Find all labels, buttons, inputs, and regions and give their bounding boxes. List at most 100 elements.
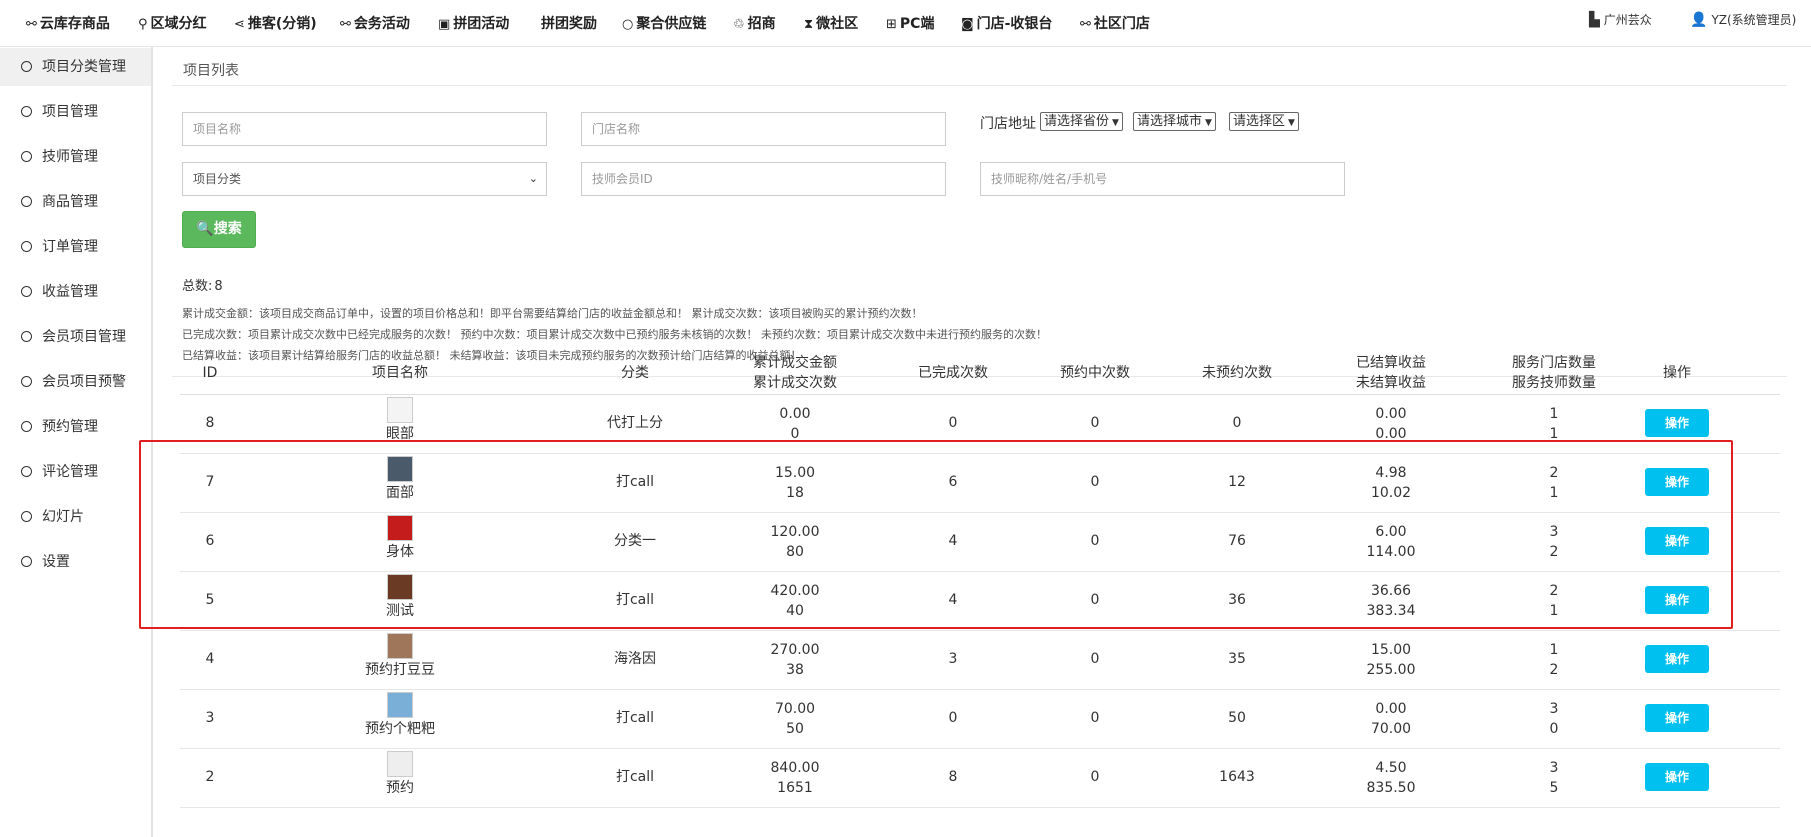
circle-icon xyxy=(21,330,32,342)
col-header-unbooked: 未预约次数 xyxy=(1202,365,1272,381)
nav-item[interactable]: ⋖ 推客(分销) xyxy=(234,13,317,33)
nav-item-label: 会务活动 xyxy=(353,16,410,32)
col-header-amount-total: 累计成交金额 xyxy=(753,355,837,371)
nav-item[interactable]: ⚯ 云库存商品 xyxy=(26,13,110,33)
sidebar-item[interactable]: 项目分类管理 xyxy=(0,48,151,86)
cell-booking: 0 xyxy=(1090,710,1100,726)
circle-icon xyxy=(21,150,32,162)
sidebar-item-label: 商品管理 xyxy=(42,194,98,210)
nav-item[interactable]: ⚯ 会务活动 xyxy=(340,13,410,33)
store-address-label: 门店地址 xyxy=(980,116,1036,132)
sidebar-item[interactable]: 会员项目预警 xyxy=(0,363,151,401)
circle-icon xyxy=(21,195,32,207)
nav-item[interactable]: ⚲ 区域分红 xyxy=(138,13,207,33)
city-select[interactable]: 请选择城市 ▼ xyxy=(1133,112,1216,131)
project-thumbnail xyxy=(387,751,413,777)
tech-member-id-input[interactable] xyxy=(581,162,946,196)
nav-item-label: 云库存商品 xyxy=(39,16,110,32)
project-thumbnail xyxy=(387,692,413,718)
store-name-input[interactable] xyxy=(581,112,946,146)
image-icon: ▣ xyxy=(438,17,451,32)
cell-unbooked: 35 xyxy=(1228,651,1246,667)
col-header-deal-count: 累计成交次数 xyxy=(753,375,837,391)
table-row: 2 预约 打call 840.00 1651 8 0 1643 4.50 835.50 3 5 操作 xyxy=(180,748,1780,808)
province-select-value: 请选择省份 xyxy=(1044,114,1110,129)
nav-item[interactable]: ▣ 拼团活动 xyxy=(438,13,509,33)
district-select[interactable]: 请选择区 ▼ xyxy=(1229,112,1299,131)
company-switch[interactable]: ▙ 广州芸众 xyxy=(1589,11,1652,28)
sidebar-item[interactable]: 评论管理 xyxy=(0,453,151,491)
col-header-name: 项目名称 xyxy=(372,365,428,381)
nav-item-label: 拼团活动 xyxy=(453,16,510,32)
sidebar-item[interactable]: 预约管理 xyxy=(0,408,151,446)
sidebar-item[interactable]: 会员项目管理 xyxy=(0,318,151,356)
search-button[interactable]: 🔍搜索 xyxy=(182,211,256,248)
circle-icon xyxy=(21,510,32,522)
col-header-settled: 已结算收益 未结算收益 xyxy=(1331,353,1451,393)
col-header-action: 操作 xyxy=(1663,365,1691,381)
cell-amount: 70.00 xyxy=(774,701,816,717)
action-button[interactable]: 操作 xyxy=(1645,409,1709,437)
sidebar-item[interactable]: 项目管理 xyxy=(0,93,151,131)
nav-item[interactable]: ○ 聚合供应链 xyxy=(622,13,706,33)
recycle-icon: ♲ xyxy=(733,17,745,32)
cell-category: 代打上分 xyxy=(607,415,663,431)
action-button[interactable]: 操作 xyxy=(1645,645,1709,673)
note-line: 累计成交金额：该项目成交商品订单中，设置的项目价格总和！即平台需要结算给门店的收… xyxy=(182,307,923,320)
user-icon: 👤 xyxy=(1690,12,1708,28)
nav-item-label: 区域分红 xyxy=(150,16,207,32)
sidebar-item-label: 收益管理 xyxy=(42,284,98,300)
total-value: 8 xyxy=(214,279,223,294)
cell-id: 3 xyxy=(205,710,215,726)
user-menu[interactable]: 👤 YZ(系统管理员) xyxy=(1690,11,1796,28)
circle-icon xyxy=(21,60,32,72)
nav-item-label: 微社区 xyxy=(816,16,859,32)
sidebar-item-label: 会员项目预警 xyxy=(42,374,126,390)
cell-name: 预约打豆豆 xyxy=(365,662,435,678)
province-select[interactable]: 请选择省份 ▼ xyxy=(1040,112,1123,131)
sidebar-item[interactable]: 商品管理 xyxy=(0,183,151,221)
nav-item[interactable]: ◙ 门店-收银台 xyxy=(961,13,1052,33)
sidebar-item[interactable]: 设置 xyxy=(0,543,151,581)
highlight-annotation-box xyxy=(139,440,1733,629)
project-name-input[interactable] xyxy=(182,112,547,146)
cell-count: 50 xyxy=(786,721,804,737)
action-button[interactable]: 操作 xyxy=(1645,704,1709,732)
col-header-store-count: 服务门店数量 xyxy=(1512,355,1596,371)
sidebar-item[interactable]: 订单管理 xyxy=(0,228,151,266)
cell-store-count: 3 xyxy=(1549,701,1559,717)
cell-name: 预约个粑粑 xyxy=(365,721,435,737)
action-button[interactable]: 操作 xyxy=(1645,763,1709,791)
nav-item[interactable]: 拼团奖励 xyxy=(541,13,597,33)
sidebar-item[interactable]: 技师管理 xyxy=(0,138,151,176)
circle-icon xyxy=(21,285,32,297)
cell-settled: 15.00 xyxy=(1370,642,1412,658)
chevron-down-icon: ▼ xyxy=(1205,118,1212,128)
nav-item[interactable]: ⚯ 社区门店 xyxy=(1080,13,1150,33)
nav-item[interactable]: ⧗ 微社区 xyxy=(804,13,858,33)
tech-info-input[interactable] xyxy=(980,162,1345,196)
sidebar-item[interactable]: 幻灯片 xyxy=(0,498,151,536)
cell-id: 4 xyxy=(205,651,215,667)
cell-store-count: 3 xyxy=(1549,760,1559,776)
total-label: 总数: xyxy=(182,279,213,294)
nav-item-label: 门店-收银台 xyxy=(976,16,1053,32)
nav-item[interactable]: ⊞ PC端 xyxy=(886,13,934,33)
nav-item-label: PC端 xyxy=(899,16,935,32)
sidebar-item-label: 会员项目管理 xyxy=(42,329,126,345)
cell-unbooked: 0 xyxy=(1232,415,1242,431)
sidebar-item[interactable]: 收益管理 xyxy=(0,273,151,311)
cell-settled: 0.00 xyxy=(1375,406,1407,422)
category-select[interactable]: 项目分类 ⌄ xyxy=(182,162,547,196)
nav-item[interactable]: ♲ 招商 xyxy=(733,13,776,33)
circle-icon xyxy=(21,105,32,117)
tree-icon: ⚲ xyxy=(138,17,148,32)
cell-category: 海洛因 xyxy=(614,651,656,667)
cell-id: 8 xyxy=(205,415,215,431)
company-name: 广州芸众 xyxy=(1603,13,1652,27)
cell-count: 1651 xyxy=(777,780,813,796)
table-row: 4 预约打豆豆 海洛因 270.00 38 3 0 35 15.00 255.00 1 2 操作 xyxy=(180,630,1780,690)
col-header-settled-income: 已结算收益 xyxy=(1356,355,1426,371)
col-header-tech-count: 服务技师数量 xyxy=(1512,375,1596,391)
col-header-completed: 已完成次数 xyxy=(918,365,988,381)
